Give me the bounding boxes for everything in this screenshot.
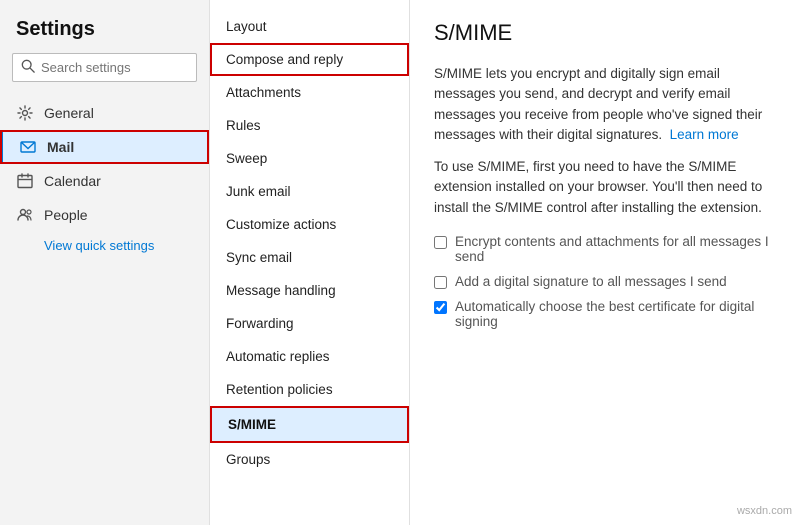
middle-item-attachments[interactable]: Attachments (210, 76, 409, 109)
middle-item-forwarding[interactable]: Forwarding (210, 307, 409, 340)
search-box[interactable] (12, 53, 197, 82)
encrypt-label: Encrypt contents and attachments for all… (455, 234, 776, 264)
search-icon (21, 59, 35, 76)
best-cert-checkbox[interactable] (434, 301, 447, 314)
main-content: S/MIME S/MIME lets you encrypt and digit… (410, 0, 800, 525)
digital-sig-label: Add a digital signature to all messages … (455, 274, 727, 289)
sidebar: Settings General Mail (0, 0, 210, 525)
gear-icon (16, 104, 34, 122)
page-title: S/MIME (434, 20, 776, 46)
sidebar-item-calendar[interactable]: Calendar (0, 164, 209, 198)
middle-item-compose-reply[interactable]: Compose and reply (210, 43, 409, 76)
sidebar-item-mail[interactable]: Mail (0, 130, 209, 164)
sidebar-title: Settings (0, 0, 209, 53)
digital-sig-checkbox[interactable] (434, 276, 447, 289)
middle-item-smime[interactable]: S/MIME (210, 406, 409, 443)
people-icon (16, 206, 34, 224)
middle-item-groups[interactable]: Groups (210, 443, 409, 476)
smime-description-1: S/MIME lets you encrypt and digitally si… (434, 64, 776, 145)
middle-item-sync-email[interactable]: Sync email (210, 241, 409, 274)
encrypt-checkbox-row[interactable]: Encrypt contents and attachments for all… (434, 234, 776, 264)
encrypt-checkbox[interactable] (434, 236, 447, 249)
middle-item-customize-actions[interactable]: Customize actions (210, 208, 409, 241)
middle-item-automatic-replies[interactable]: Automatic replies (210, 340, 409, 373)
best-cert-label: Automatically choose the best certificat… (455, 299, 776, 329)
smime-checkboxes: Encrypt contents and attachments for all… (434, 234, 776, 329)
sidebar-item-people[interactable]: People (0, 198, 209, 232)
digital-sig-checkbox-row[interactable]: Add a digital signature to all messages … (434, 274, 776, 289)
smime-description-2: To use S/MIME, first you need to have th… (434, 157, 776, 218)
sidebar-item-general[interactable]: General (0, 96, 209, 130)
middle-item-layout[interactable]: Layout (210, 10, 409, 43)
middle-item-retention-policies[interactable]: Retention policies (210, 373, 409, 406)
search-input[interactable] (41, 60, 188, 75)
learn-more-link[interactable]: Learn more (670, 127, 739, 142)
sidebar-item-label-calendar: Calendar (44, 173, 101, 189)
calendar-icon (16, 172, 34, 190)
view-quick-settings-link[interactable]: View quick settings (0, 232, 209, 259)
watermark: wsxdn.com (737, 505, 792, 517)
best-cert-checkbox-row[interactable]: Automatically choose the best certificat… (434, 299, 776, 329)
middle-item-sweep[interactable]: Sweep (210, 142, 409, 175)
sidebar-item-label-mail: Mail (47, 139, 74, 155)
middle-item-rules[interactable]: Rules (210, 109, 409, 142)
sidebar-item-label-general: General (44, 105, 94, 121)
sidebar-item-label-people: People (44, 207, 88, 223)
middle-item-message-handling[interactable]: Message handling (210, 274, 409, 307)
mail-icon (19, 138, 37, 156)
middle-column: Layout Compose and reply Attachments Rul… (210, 0, 410, 525)
middle-item-junk-email[interactable]: Junk email (210, 175, 409, 208)
